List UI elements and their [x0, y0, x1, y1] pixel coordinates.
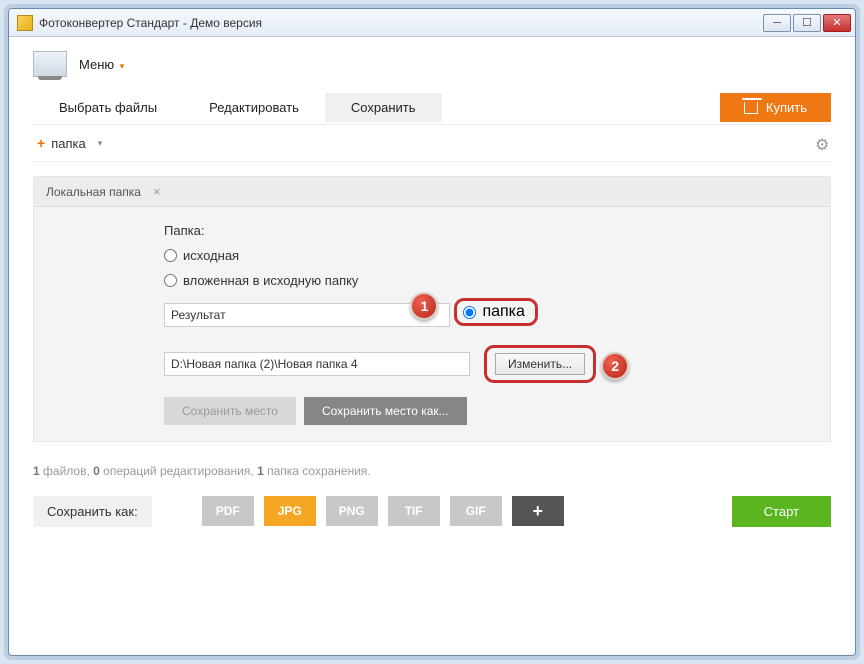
format-add[interactable]: +: [512, 496, 564, 526]
status-count-folders: 1: [257, 464, 264, 478]
app-window: Фотоконвертер Стандарт - Демо версия ─ ☐…: [8, 8, 856, 656]
annotation-badge-2: 2: [601, 352, 629, 380]
save-as-label: Сохранить как:: [33, 496, 152, 527]
radio-folder[interactable]: папка: [454, 298, 537, 326]
format-gif[interactable]: GIF: [450, 496, 502, 526]
radio-source[interactable]: исходная: [164, 248, 830, 263]
save-form: Папка: исходная вложенная в исходную пап…: [34, 207, 830, 441]
cart-icon: [744, 102, 758, 114]
panel-tab: Локальная папка ×: [34, 177, 830, 207]
save-place-button: Сохранить место: [164, 397, 296, 425]
status-count-ops: 0: [93, 464, 100, 478]
window-title: Фотоконвертер Стандарт - Демо версия: [39, 16, 763, 30]
close-button[interactable]: ✕: [823, 14, 851, 32]
gear-icon[interactable]: ⚙: [815, 135, 831, 151]
change-button-highlight: Изменить... 2: [484, 345, 596, 383]
buy-button[interactable]: Купить: [720, 93, 831, 122]
radio-nested-input[interactable]: [164, 274, 177, 287]
radio-nested[interactable]: вложенная в исходную папку: [164, 273, 830, 288]
status-text: 1 файлов, 0 операций редактирования, 1 п…: [33, 464, 831, 478]
titlebar: Фотоконвертер Стандарт - Демо версия ─ ☐…: [9, 9, 855, 37]
panel-tab-label: Локальная папка: [46, 185, 141, 199]
add-folder-label: папка: [51, 136, 86, 151]
menu-button[interactable]: Меню ▾: [79, 57, 124, 72]
status-count-files: 1: [33, 464, 40, 478]
format-jpg[interactable]: JPG: [264, 496, 316, 526]
buy-label: Купить: [766, 100, 807, 115]
folder-label: Папка:: [164, 223, 830, 238]
plus-icon: +: [37, 135, 45, 151]
toolbar: + папка ▾ ⚙: [33, 124, 831, 162]
start-button[interactable]: Старт: [732, 496, 831, 527]
tab-edit[interactable]: Редактировать: [183, 93, 325, 122]
save-buttons: Сохранить место Сохранить место как...: [164, 397, 830, 425]
caret-down-icon: ▾: [98, 138, 103, 149]
format-pdf[interactable]: PDF: [202, 496, 254, 526]
radio-source-input[interactable]: [164, 249, 177, 262]
content-panel: Локальная папка × Папка: исходная вложен…: [33, 176, 831, 442]
change-button[interactable]: Изменить...: [495, 353, 585, 375]
add-folder-button[interactable]: + папка ▾: [33, 133, 106, 153]
format-png[interactable]: PNG: [326, 496, 378, 526]
radio-folder-input[interactable]: [463, 306, 476, 319]
menu-label: Меню: [79, 57, 114, 72]
radio-folder-label: папка: [482, 303, 524, 321]
main-tabs: Выбрать файлы Редактировать Сохранить Ку…: [33, 93, 831, 122]
radio-nested-label: вложенная в исходную папку: [183, 273, 358, 288]
nested-folder-input[interactable]: [164, 303, 450, 327]
tab-save[interactable]: Сохранить: [325, 93, 442, 122]
path-row: Изменить... 2: [164, 345, 830, 383]
maximize-button[interactable]: ☐: [793, 14, 821, 32]
tab-select-files[interactable]: Выбрать файлы: [33, 93, 183, 122]
window-buttons: ─ ☐ ✕: [763, 14, 851, 32]
minimize-button[interactable]: ─: [763, 14, 791, 32]
save-place-as-button[interactable]: Сохранить место как...: [304, 397, 467, 425]
panel-tab-close[interactable]: ×: [153, 184, 161, 199]
radio-source-label: исходная: [183, 248, 239, 263]
menu-row: Меню ▾: [33, 51, 831, 77]
bottom-bar: Сохранить как: PDF JPG PNG TIF GIF + Ста…: [33, 496, 831, 527]
format-tif[interactable]: TIF: [388, 496, 440, 526]
path-input[interactable]: [164, 352, 470, 376]
app-icon: [17, 15, 33, 31]
caret-down-icon: ▾: [120, 61, 125, 71]
client-area: Меню ▾ Выбрать файлы Редактировать Сохра…: [9, 37, 855, 655]
app-logo-icon: [33, 51, 67, 77]
